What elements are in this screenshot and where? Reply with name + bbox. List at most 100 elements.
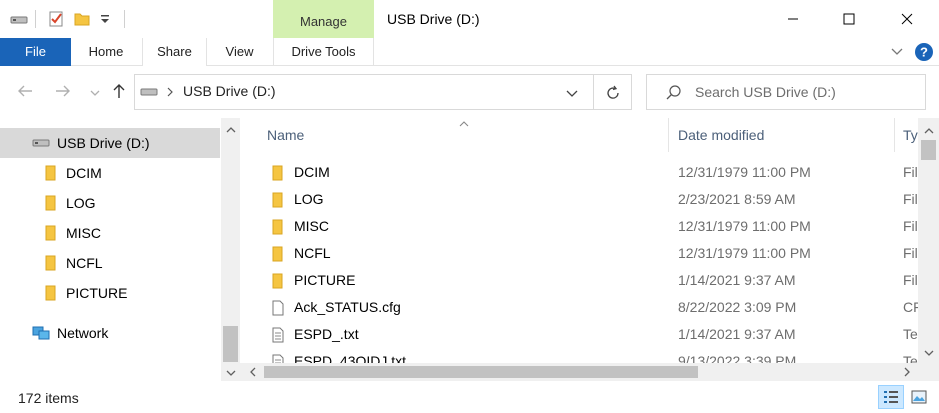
- address-path: USB Drive (D:): [183, 83, 276, 99]
- back-button[interactable]: [14, 82, 36, 104]
- nav-item-label: DCIM: [66, 165, 102, 181]
- folder-icon: [272, 246, 283, 262]
- up-button[interactable]: [108, 82, 130, 104]
- folder-icon: [44, 195, 58, 211]
- scrollbar-thumb[interactable]: [223, 326, 238, 362]
- nav-item-log[interactable]: LOG: [0, 188, 220, 218]
- svg-text:?: ?: [920, 45, 928, 60]
- divider: [35, 10, 36, 28]
- column-divider[interactable]: [668, 118, 669, 152]
- scrollbar-corner: [918, 363, 939, 381]
- nav-item-usb-drive[interactable]: USB Drive (D:): [0, 128, 220, 158]
- nav-item-ncfl[interactable]: NCFL: [0, 248, 220, 278]
- divider: [124, 10, 125, 28]
- address-dropdown-icon[interactable]: [565, 86, 579, 103]
- large-icons-view-button[interactable]: [906, 385, 932, 409]
- large-icons-view-icon: [911, 390, 927, 404]
- file-row[interactable]: LOG 2/23/2021 8:59 AM Fil: [240, 186, 920, 213]
- address-bar[interactable]: USB Drive (D:): [134, 74, 632, 110]
- column-header-type[interactable]: Ty: [903, 118, 918, 152]
- column-header-date[interactable]: Date modified: [678, 118, 764, 152]
- file-list-horizontal-scrollbar[interactable]: [240, 363, 918, 381]
- file-row[interactable]: MISC 12/31/1979 11:00 PM Fil: [240, 213, 920, 240]
- folder-icon: [272, 273, 283, 289]
- nav-item-dcim[interactable]: DCIM: [0, 158, 220, 188]
- file-date: 1/14/2021 9:37 AM: [678, 326, 796, 342]
- network-icon: [31, 324, 51, 342]
- tab-view[interactable]: View: [212, 38, 267, 66]
- file-icon: [272, 300, 284, 316]
- file-name: DCIM: [294, 164, 330, 180]
- scrollbar-thumb[interactable]: [921, 140, 936, 160]
- new-folder-icon[interactable]: [74, 10, 90, 28]
- help-icon[interactable]: ?: [914, 42, 934, 65]
- file-list-vertical-scrollbar[interactable]: [918, 118, 939, 363]
- file-date: 8/22/2022 3:09 PM: [678, 299, 797, 315]
- close-button[interactable]: [884, 0, 930, 38]
- column-header-name[interactable]: Name: [267, 118, 304, 152]
- nav-item-label: Network: [57, 325, 109, 341]
- navigation-pane: USB Drive (D:) DCIM LOG MISC NCFL PICTUR…: [0, 118, 240, 381]
- status-bar: 172 items: [0, 381, 939, 413]
- scroll-left-icon[interactable]: [248, 366, 258, 381]
- folder-icon: [44, 285, 58, 301]
- file-row[interactable]: DCIM 12/31/1979 11:00 PM Fil: [240, 159, 920, 186]
- title-bar: Manage USB Drive (D:): [0, 0, 939, 38]
- nav-item-network[interactable]: Network: [0, 318, 220, 348]
- scroll-down-icon[interactable]: [923, 346, 935, 361]
- scroll-down-icon[interactable]: [225, 366, 237, 381]
- scroll-up-icon[interactable]: [923, 124, 935, 139]
- divider: [593, 75, 594, 109]
- drive-icon: [140, 86, 158, 101]
- file-type: Fil: [903, 191, 918, 207]
- file-row[interactable]: PICTURE 1/14/2021 9:37 AM Fil: [240, 267, 920, 294]
- sort-ascending-icon: [458, 118, 470, 131]
- customize-qa-dropdown-icon[interactable]: [100, 10, 110, 28]
- text-file-icon: [272, 327, 284, 343]
- file-name: LOG: [294, 191, 324, 207]
- chevron-down-icon[interactable]: [890, 44, 904, 61]
- search-input[interactable]: Search USB Drive (D:): [695, 84, 836, 100]
- maximize-button[interactable]: [826, 0, 872, 38]
- folder-icon: [44, 225, 58, 241]
- tab-file[interactable]: File: [0, 38, 71, 66]
- file-row[interactable]: Ack_STATUS.cfg 8/22/2022 3:09 PM CF: [240, 294, 922, 321]
- file-name: NCFL: [294, 245, 331, 261]
- column-divider[interactable]: [894, 118, 895, 152]
- scroll-up-icon[interactable]: [225, 123, 237, 138]
- nav-pane-scrollbar[interactable]: [221, 118, 240, 381]
- scroll-right-icon[interactable]: [902, 366, 912, 381]
- file-type: Fil: [903, 272, 918, 288]
- tab-manage[interactable]: Manage: [273, 0, 374, 38]
- file-date: 2/23/2021 8:59 AM: [678, 191, 796, 207]
- nav-item-misc[interactable]: MISC: [0, 218, 220, 248]
- search-box[interactable]: Search USB Drive (D:): [646, 74, 926, 110]
- tab-drive-tools[interactable]: Drive Tools: [273, 38, 374, 66]
- refresh-icon[interactable]: [604, 84, 622, 105]
- nav-item-label: PICTURE: [66, 285, 128, 301]
- minimize-button[interactable]: [770, 0, 816, 38]
- file-date: 12/31/1979 11:00 PM: [678, 164, 811, 180]
- chevron-right-icon[interactable]: [165, 85, 175, 102]
- window-title: USB Drive (D:): [387, 11, 480, 27]
- file-name: MISC: [294, 218, 329, 234]
- folder-icon: [272, 192, 283, 208]
- file-name: PICTURE: [294, 272, 356, 288]
- nav-item-picture[interactable]: PICTURE: [0, 278, 220, 308]
- forward-button[interactable]: [52, 82, 74, 104]
- recent-locations-chevron-icon[interactable]: [84, 82, 106, 104]
- scrollbar-thumb[interactable]: [264, 366, 698, 378]
- file-type: Fil: [903, 245, 918, 261]
- tab-home[interactable]: Home: [77, 38, 135, 66]
- file-row[interactable]: NCFL 12/31/1979 11:00 PM Fil: [240, 240, 920, 267]
- file-name: ESPD_.txt: [294, 326, 359, 342]
- file-date: 12/31/1979 11:00 PM: [678, 245, 811, 261]
- details-view-button[interactable]: [878, 385, 904, 409]
- nav-item-label: LOG: [66, 195, 96, 211]
- navigation-bar: USB Drive (D:) Search USB Drive (D:): [0, 66, 939, 118]
- properties-icon[interactable]: [48, 10, 64, 28]
- file-row[interactable]: ESPD_.txt 1/14/2021 9:37 AM Te: [240, 321, 920, 348]
- tab-share[interactable]: Share: [142, 38, 207, 66]
- search-icon: [665, 84, 683, 105]
- file-type: Te: [903, 326, 918, 342]
